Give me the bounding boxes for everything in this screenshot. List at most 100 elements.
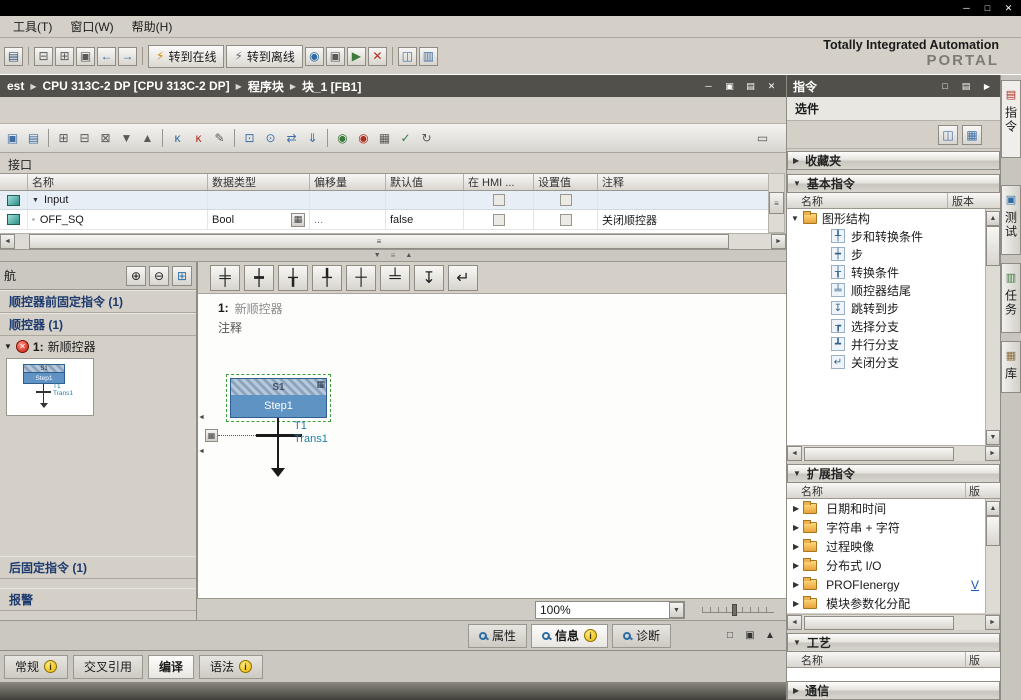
extended-vscrollbar[interactable]: ▲ (985, 499, 1000, 613)
delete-row-icon[interactable]: ⊠ (96, 129, 115, 148)
tree-item-selective-branch[interactable]: ┲ 选择分支 (787, 317, 985, 335)
tree-item-sequence-end[interactable]: ╧ 顺控器结尾 (787, 281, 985, 299)
consistency-check-icon[interactable]: ✓ (396, 129, 415, 148)
folder-version[interactable]: V (971, 578, 979, 592)
side-tab-libraries[interactable]: ▦ 库 (1001, 341, 1021, 393)
row-comment[interactable] (598, 191, 768, 209)
expand-all-icon[interactable]: ▼ (117, 129, 136, 148)
vscroll-thumb[interactable] (986, 226, 1000, 266)
canvas-collapse-icon[interactable]: ◄ (198, 448, 205, 455)
absolute-operands-icon[interactable]: ĸ (168, 129, 187, 148)
zoom-dropdown-icon[interactable]: ▼ (669, 602, 684, 618)
column-hmi[interactable]: 在 HMI ... (464, 174, 534, 190)
folder-string-char[interactable]: ▶ 字符串 + 字符 (787, 518, 985, 537)
hmi-checkbox[interactable] (493, 194, 505, 206)
monitor-on-icon[interactable]: ◉ (333, 129, 352, 148)
sequence-thumbnail[interactable]: S1 Step1 T1 Trans1 (6, 358, 94, 416)
save-project-icon[interactable]: ▤ (4, 47, 23, 66)
dock-inspector-icon[interactable]: ▣ (742, 628, 758, 644)
window-maximize-button[interactable]: □ (979, 1, 996, 15)
section-communication[interactable]: ▶ 通信 (787, 681, 1000, 700)
sequence-name[interactable]: 新顺控器 (235, 300, 283, 317)
receive-alarms-icon[interactable]: ▣ (326, 47, 345, 66)
add-row-icon[interactable]: ⊟ (75, 129, 94, 148)
cancel-icon[interactable]: ✕ (368, 47, 387, 66)
zoom-slider[interactable] (702, 607, 774, 613)
comment-toggle-icon[interactable]: ⊙ (261, 129, 280, 148)
section-favorites[interactable]: ▶ 收藏夹 (787, 151, 1000, 170)
palette-maximize-icon[interactable]: ◫ (938, 125, 958, 145)
row-default[interactable]: false (386, 210, 464, 229)
column-offset[interactable]: 偏移量 (310, 174, 386, 190)
breadcrumb-program-blocks[interactable]: 程序块 (245, 78, 287, 95)
extended-column-name[interactable]: 名称 (787, 483, 965, 499)
keep-layout-icon[interactable]: ▣ (3, 129, 22, 148)
menu-window[interactable]: 窗口(W) (61, 15, 122, 38)
hscroll-thumb[interactable] (804, 616, 954, 630)
go-online-button[interactable]: ⚡ 转到在线 (148, 45, 224, 68)
window-layout-icon[interactable]: ▤ (24, 129, 43, 148)
column-name[interactable]: 名称 (28, 174, 208, 190)
vscroll-thumb[interactable]: ≡ (769, 192, 784, 214)
hscroll-left-button[interactable]: ◄ (787, 446, 802, 461)
setpoint-checkbox[interactable] (560, 214, 572, 226)
menu-help[interactable]: 帮助(H) (123, 15, 182, 38)
tab-diagnostics[interactable]: 诊断 (612, 624, 671, 648)
horizontal-splitter[interactable]: ▼ ≡ ▲ (0, 250, 786, 262)
editor-dock-button[interactable]: ▤ (742, 79, 759, 93)
section-extended-instructions[interactable]: ▼ 扩展指令 (787, 464, 1000, 483)
undo-icon[interactable]: ← (97, 47, 116, 66)
column-datatype[interactable]: 数据类型 (208, 174, 310, 190)
basic-column-version[interactable]: 版本 (947, 193, 974, 209)
transition-name[interactable]: Trans1 (294, 433, 328, 445)
layout-right-icon[interactable]: ▭ (753, 129, 772, 148)
splitter-expand-icon[interactable]: ▲ (405, 252, 412, 259)
setpoint-checkbox[interactable] (560, 194, 572, 206)
hscroll-right-button[interactable]: ► (985, 446, 1000, 461)
snapshot-icon[interactable]: ▦ (375, 129, 394, 148)
split-editor-horizontal-icon[interactable]: ◫ (398, 47, 417, 66)
zoom-out-icon[interactable]: ⊖ (149, 266, 169, 286)
section-basic-instructions[interactable]: ▼ 基本指令 (787, 174, 1000, 193)
sfc-step-box[interactable]: S1 ▦ Step1 (230, 378, 327, 418)
table-vscrollbar[interactable]: ≡ (768, 173, 785, 233)
vscroll-up-button[interactable]: ▲ (986, 501, 1000, 516)
tab-general[interactable]: 常规 i (4, 655, 68, 679)
tree-folder-graph-structure[interactable]: ▼ 图形结构 (787, 209, 985, 227)
side-tab-testing[interactable]: ▣ 测试 (1001, 185, 1021, 255)
column-setpoint[interactable]: 设置值 (534, 174, 598, 190)
accessible-devices-icon[interactable]: ◉ (305, 47, 324, 66)
edit-comment-icon[interactable]: ✎ (210, 129, 229, 148)
folder-distributed-io[interactable]: ▶ 分布式 I/O (787, 556, 985, 575)
status-toggle-icon[interactable]: ⇄ (282, 129, 301, 148)
basic-vscrollbar[interactable]: ▲ ▼ (985, 209, 1000, 445)
insert-empty-box-icon[interactable]: ⊡ (240, 129, 259, 148)
tree-item-step[interactable]: ┿ 步 (787, 245, 985, 263)
hscroll-right-button[interactable]: ► (985, 615, 1000, 630)
tab-cross-references[interactable]: 交叉引用 (73, 655, 143, 679)
splitter-collapse-icon[interactable]: ▼ (374, 252, 381, 259)
branch-stub-icon[interactable]: ▦ (205, 429, 218, 442)
canvas-collapse-icon[interactable]: ◄ (198, 414, 205, 421)
expand-panel-icon[interactable]: ▶ (980, 79, 994, 93)
hscroll-left-button[interactable]: ◄ (787, 615, 802, 630)
hscroll-left-button[interactable]: ◄ (0, 234, 15, 249)
folder-process-image[interactable]: ▶ 过程映像 (787, 537, 985, 556)
go-offline-button[interactable]: ⚡ 转到离线 (226, 45, 302, 68)
zoom-in-icon[interactable]: ⊕ (126, 266, 146, 286)
nav-item-pre-fixed-commands[interactable]: 顺控器前固定指令 (1) (0, 290, 196, 313)
dock-panel-icon[interactable]: ▤ (959, 79, 973, 93)
nav-item-sequencers[interactable]: 顺控器 (1) (0, 313, 196, 336)
tree-item-step-and-transition[interactable]: ╀ 步和转换条件 (787, 227, 985, 245)
tree-item-jump-to-step[interactable]: ↧ 跳转到步 (787, 299, 985, 317)
paste-icon[interactable]: ▣ (76, 47, 95, 66)
technology-column-name[interactable]: 名称 (787, 652, 965, 668)
monitor-off-icon[interactable]: ◉ (354, 129, 373, 148)
vscroll-down-button[interactable]: ▼ (986, 430, 1000, 445)
nav-sequencer-entry[interactable]: ▼ ✕ 1: 新顺控器 (0, 336, 196, 357)
nav-item-alarms[interactable]: 报警 (0, 588, 196, 611)
sfc-close-branch-icon[interactable]: ↵ (448, 265, 478, 291)
palette-settings-icon[interactable]: ▦ (962, 125, 982, 145)
tree-item-close-branch[interactable]: ↵ 关闭分支 (787, 353, 985, 371)
basic-hscrollbar[interactable]: ◄ ► (787, 445, 1000, 461)
